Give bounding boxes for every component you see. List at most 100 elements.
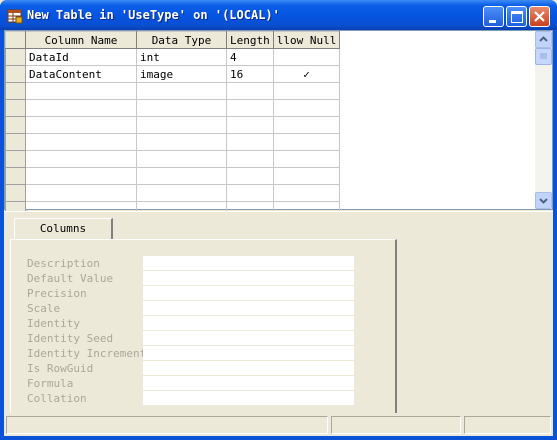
empty-cell[interactable] [272, 184, 341, 202]
header-allow-null[interactable]: llow Null [272, 31, 341, 49]
table-row[interactable] [5, 133, 341, 151]
empty-cell[interactable] [226, 82, 274, 100]
property-value[interactable] [143, 271, 354, 286]
header-data-type[interactable]: Data Type [136, 31, 227, 49]
property-value[interactable] [143, 346, 354, 361]
empty-cell[interactable] [25, 167, 137, 185]
maximize-icon [511, 11, 523, 23]
empty-cell[interactable] [226, 116, 274, 134]
property-value[interactable] [143, 391, 354, 406]
row-selector[interactable] [5, 150, 26, 168]
property-label: Formula [27, 377, 74, 390]
empty-cell[interactable] [272, 150, 341, 168]
property-value[interactable] [143, 256, 354, 271]
cell-data-type[interactable]: image [136, 65, 227, 83]
window-client-area: Column Name Data Type Length llow Null D… [4, 30, 553, 436]
property-label: Description [27, 257, 100, 270]
cell-allow-null[interactable]: ✓ [272, 65, 341, 83]
property-value[interactable] [143, 316, 354, 331]
vertical-scrollbar[interactable] [535, 31, 552, 209]
header-column-name[interactable]: Column Name [25, 31, 137, 49]
table-row[interactable]: DataContent image 16 ✓ [5, 65, 341, 83]
property-row: Is RowGuid [27, 361, 367, 376]
scroll-down-button[interactable] [535, 192, 552, 209]
close-icon [534, 11, 545, 22]
empty-cell[interactable] [136, 150, 227, 168]
row-selector[interactable] [5, 65, 26, 83]
empty-cell[interactable] [226, 167, 274, 185]
property-label: Identity Increment [27, 347, 144, 360]
scrollbar-thumb[interactable] [535, 48, 552, 65]
table-row[interactable] [5, 184, 341, 202]
property-label: Scale [27, 302, 61, 315]
cell-allow-null[interactable] [272, 48, 341, 66]
empty-cell[interactable] [136, 82, 227, 100]
table-row[interactable] [5, 150, 341, 168]
table-row[interactable]: DataId int 4 [5, 48, 341, 66]
grid-header-row: Column Name Data Type Length llow Null [5, 31, 341, 49]
row-selector[interactable] [5, 48, 26, 66]
cell-column-name[interactable]: DataId [25, 48, 137, 66]
minimize-icon [489, 20, 496, 23]
property-label: Precision [27, 287, 87, 300]
scroll-up-button[interactable] [535, 31, 552, 48]
tab-columns[interactable]: Columns [14, 218, 113, 239]
table-row[interactable] [5, 167, 341, 185]
table-row[interactable] [5, 82, 341, 100]
status-pane-main [6, 416, 328, 434]
close-button[interactable] [529, 6, 550, 27]
empty-cell[interactable] [226, 133, 274, 151]
property-value[interactable] [143, 331, 354, 346]
empty-cell[interactable] [25, 150, 137, 168]
property-label: Identity [27, 317, 80, 330]
property-row: Precision [27, 286, 367, 301]
property-row: Formula [27, 376, 367, 391]
table-row[interactable] [5, 99, 341, 117]
cell-column-name[interactable]: DataContent [25, 65, 137, 83]
row-selector[interactable] [5, 116, 26, 134]
empty-cell[interactable] [272, 82, 341, 100]
row-selector[interactable] [5, 184, 26, 202]
empty-cell[interactable] [136, 99, 227, 117]
property-value[interactable] [143, 376, 354, 391]
property-row: Identity [27, 316, 367, 331]
table-row[interactable] [5, 116, 341, 134]
header-length[interactable]: Length [226, 31, 274, 49]
empty-cell[interactable] [136, 167, 227, 185]
grid-corner[interactable] [5, 31, 26, 49]
property-label: Identity Seed [27, 332, 114, 345]
column-grid: Column Name Data Type Length llow Null D… [5, 31, 341, 219]
empty-cell[interactable] [136, 116, 227, 134]
row-selector[interactable] [5, 167, 26, 185]
empty-cell[interactable] [272, 116, 341, 134]
column-properties-pane: Columns Description Default Value Precis… [4, 211, 553, 413]
empty-cell[interactable] [25, 116, 137, 134]
title-bar[interactable]: New Table in 'UseType' on '(LOCAL)' [0, 0, 557, 30]
property-value[interactable] [143, 361, 354, 376]
empty-cell[interactable] [136, 184, 227, 202]
empty-cell[interactable] [25, 133, 137, 151]
empty-cell[interactable] [272, 99, 341, 117]
cell-data-type[interactable]: int [136, 48, 227, 66]
empty-cell[interactable] [226, 184, 274, 202]
property-value[interactable] [143, 286, 354, 301]
empty-cell[interactable] [25, 184, 137, 202]
status-bar [4, 414, 553, 436]
property-row: Description [27, 256, 367, 271]
empty-cell[interactable] [25, 99, 137, 117]
empty-cell[interactable] [272, 167, 341, 185]
empty-cell[interactable] [272, 133, 341, 151]
property-row: Default Value [27, 271, 367, 286]
empty-cell[interactable] [226, 99, 274, 117]
empty-cell[interactable] [136, 133, 227, 151]
empty-cell[interactable] [226, 150, 274, 168]
row-selector[interactable] [5, 82, 26, 100]
minimize-button[interactable] [483, 6, 504, 27]
cell-length[interactable]: 4 [226, 48, 274, 66]
property-value[interactable] [143, 301, 354, 316]
cell-length[interactable]: 16 [226, 65, 274, 83]
row-selector[interactable] [5, 99, 26, 117]
maximize-button[interactable] [506, 6, 527, 27]
empty-cell[interactable] [25, 82, 137, 100]
row-selector[interactable] [5, 133, 26, 151]
